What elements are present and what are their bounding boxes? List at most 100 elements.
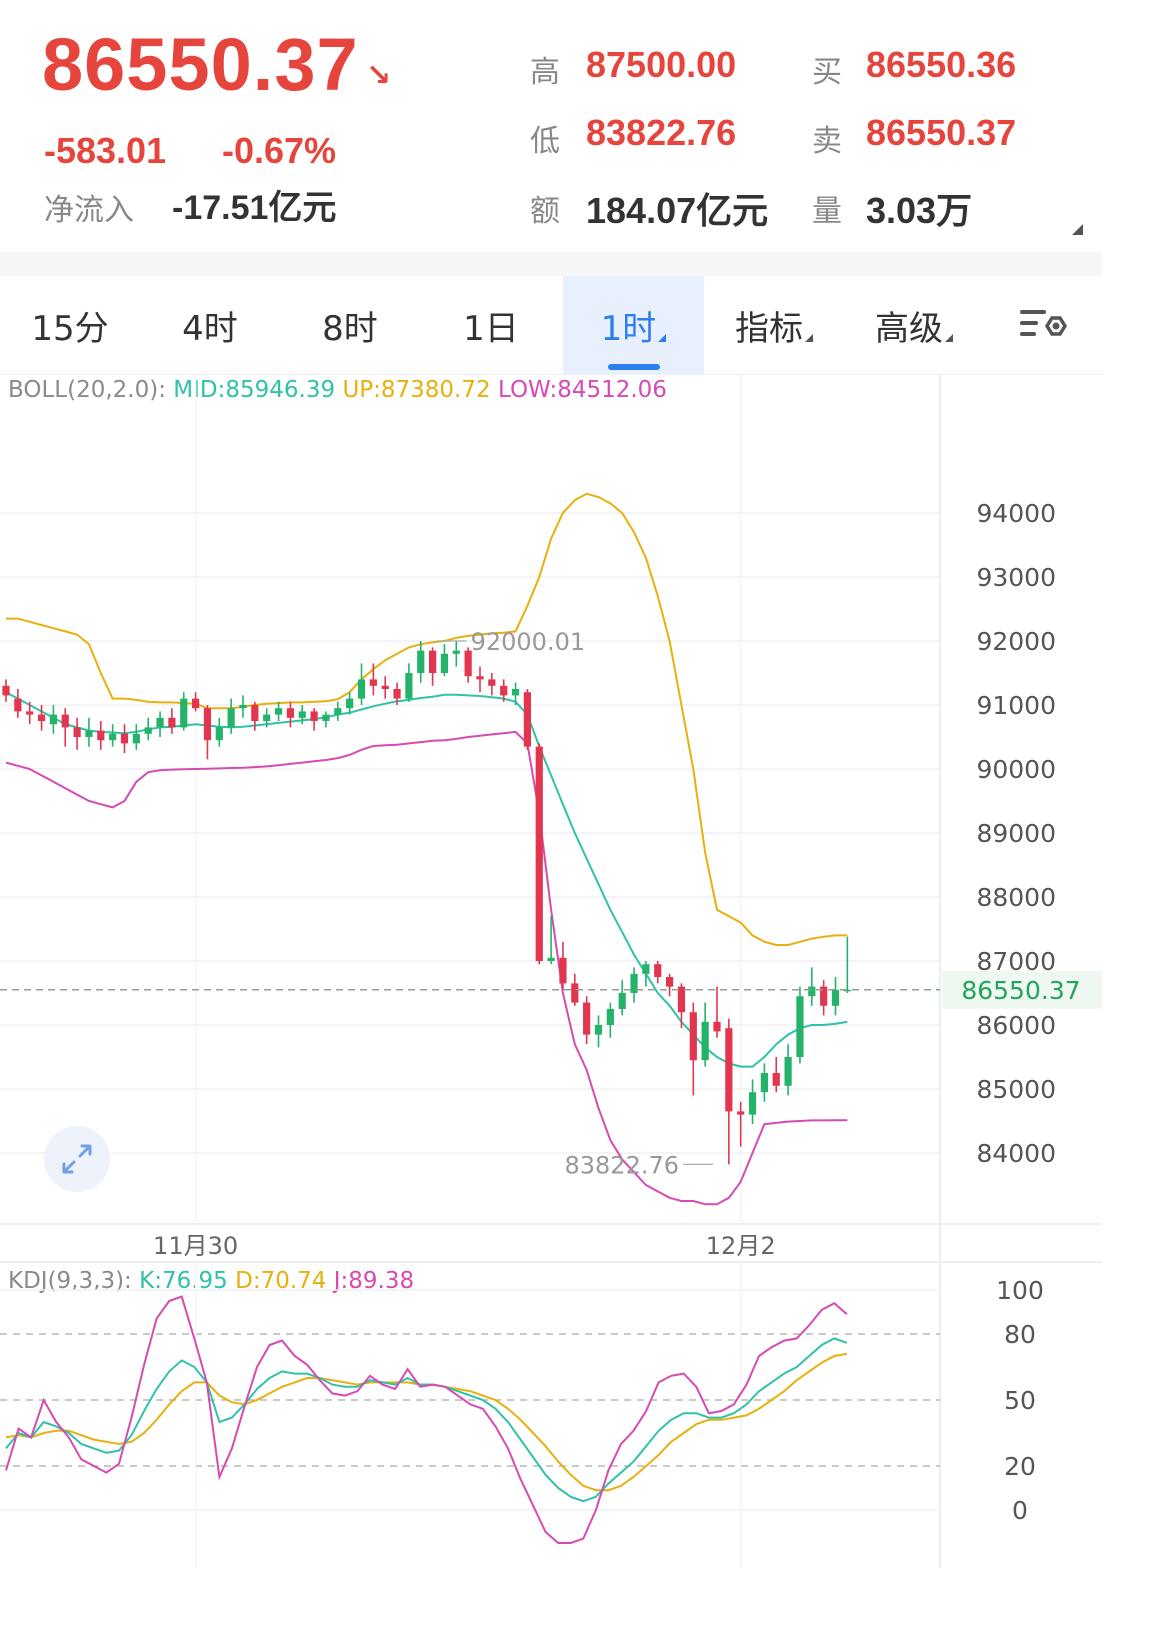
boll-mid-value: MID:85946.39	[173, 377, 336, 403]
volume-label: 量	[812, 194, 842, 229]
kdj-y-tick-label: 0	[1012, 1496, 1028, 1525]
kdj-y-tick-label: 50	[1004, 1386, 1036, 1415]
expand-arrows-icon[interactable]	[44, 1126, 110, 1192]
kdj-y-tick-label: 100	[996, 1276, 1044, 1305]
candle-body	[37, 714, 46, 721]
expand-quote-toggle[interactable]	[1072, 224, 1083, 235]
low-label: 低	[530, 124, 560, 159]
candle-body	[215, 727, 223, 741]
candle-body	[310, 711, 318, 721]
high-label: 高	[530, 55, 560, 90]
candle-body	[511, 689, 520, 696]
tab-label: 8时	[322, 308, 378, 349]
y-tick-label: 85000	[976, 1075, 1056, 1104]
candle-body	[677, 986, 686, 1013]
kdj-name: KDJ(9,3,3):	[8, 1268, 132, 1294]
candle-body	[583, 1002, 591, 1035]
dropdown-triangle-icon	[945, 334, 953, 342]
candle-body	[748, 1092, 757, 1115]
kdj-d-line	[5, 1352, 848, 1492]
candle-body	[725, 1028, 733, 1112]
candle-body	[417, 650, 425, 673]
tab-4h[interactable]: 4时	[140, 276, 280, 374]
min-price-annotation: 83822.76	[564, 1151, 679, 1179]
kdj-legend: KDJ(9,3,3): K:76.95 D:70.74 J:89.38	[8, 1268, 414, 1294]
candle-body	[464, 650, 472, 677]
y-tick-label: 90000	[976, 755, 1056, 784]
candle-body	[713, 1021, 721, 1032]
tab-1d[interactable]: 1日	[420, 276, 562, 374]
candle-body	[381, 685, 389, 689]
kdj-d-value: D:70.74	[235, 1268, 327, 1294]
candle-body	[61, 714, 69, 728]
kdj-y-tick-label: 80	[1004, 1320, 1036, 1349]
boll-mid-line	[5, 691, 848, 1068]
volume-value: 3.03万	[866, 190, 973, 231]
candle-body	[784, 1057, 792, 1086]
candle-body	[488, 679, 496, 686]
candle-body	[203, 708, 212, 741]
candle-body	[73, 727, 81, 737]
y-tick-label: 88000	[976, 883, 1056, 912]
tab-label: 15分	[31, 308, 109, 349]
candle-body	[286, 708, 294, 718]
quote-header: 86550.37 ↘ -583.01 -0.67% 净流入 -17.51亿元 高…	[0, 0, 1102, 252]
x-tick-label: 12月2	[706, 1232, 776, 1260]
candle-body	[476, 676, 484, 680]
candle-body	[618, 993, 626, 1009]
active-tab-indicator	[608, 364, 660, 370]
ask-value: 86550.37	[866, 112, 1017, 153]
y-tick-label: 86000	[976, 1011, 1056, 1040]
y-tick-label: 94000	[976, 499, 1056, 528]
candle-body	[322, 714, 330, 721]
candle-body	[440, 653, 449, 673]
kdj-k-line	[5, 1337, 848, 1503]
down-arrow-icon: ↘	[366, 58, 392, 93]
max-price-annotation: 92000.01	[471, 628, 586, 656]
candle-body	[535, 746, 543, 961]
boll-lower-line	[5, 730, 848, 1206]
amount-label: 额	[530, 194, 560, 229]
kdj-j-line	[5, 1295, 848, 1544]
tab-label: 指标	[735, 308, 803, 349]
candle-body	[251, 705, 259, 721]
candle-body	[156, 717, 164, 728]
candle-body	[109, 733, 117, 741]
tab-indicators[interactable]: 指标	[704, 276, 844, 374]
candle-body	[642, 964, 650, 974]
candle-body	[192, 698, 200, 709]
section-divider	[0, 252, 1102, 276]
tab-15min[interactable]: 15分	[0, 276, 140, 374]
kdj-y-tick-label: 20	[1004, 1452, 1036, 1481]
boll-low-value: LOW:84512.06	[497, 377, 667, 403]
netflow-label: 净流入	[44, 193, 134, 228]
candle-body	[594, 1025, 603, 1035]
candle-body	[523, 692, 531, 747]
candle-body	[654, 964, 662, 977]
price-change-percent: -0.67%	[222, 130, 337, 171]
tab-advanced[interactable]: 高级	[844, 276, 984, 374]
candle-body	[701, 1021, 709, 1061]
candle-body	[120, 733, 129, 744]
dropdown-triangle-icon	[658, 334, 667, 342]
candle-body	[85, 730, 93, 737]
candle-body	[843, 989, 851, 992]
tab-label: 4时	[182, 308, 238, 349]
high-value: 87500.00	[586, 44, 737, 85]
chart-settings-icon[interactable]	[1012, 300, 1072, 350]
candle-body	[346, 698, 354, 709]
candle-body	[14, 698, 22, 712]
candle-body	[831, 989, 840, 1006]
tab-8h[interactable]: 8时	[280, 276, 420, 374]
candle-body	[571, 983, 579, 1003]
last-price-label: 86550.37	[961, 976, 1080, 1005]
candle-body	[263, 714, 271, 721]
candle-body	[666, 977, 674, 987]
y-tick-label: 92000	[976, 627, 1056, 656]
y-tick-label: 87000	[976, 947, 1056, 976]
bid-value: 86550.36	[866, 44, 1017, 85]
y-tick-label: 84000	[976, 1139, 1056, 1168]
tab-1h[interactable]: 1时	[563, 276, 704, 374]
candle-body	[49, 714, 57, 725]
boll-legend: BOLL(20,2.0): MID:85946.39 UP:87380.72 L…	[8, 377, 667, 403]
